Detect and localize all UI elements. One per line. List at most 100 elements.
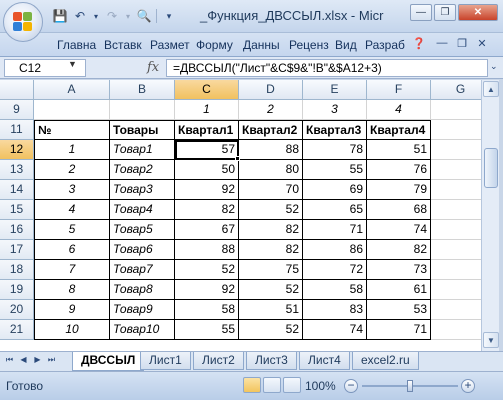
zoom-level[interactable]: 100% [305,379,336,393]
cell-f19[interactable]: 61 [367,280,431,300]
zoom-slider[interactable] [362,380,458,392]
cell-d21[interactable]: 52 [239,320,303,340]
vertical-scroll-thumb[interactable] [484,148,498,188]
cell-g19[interactable] [431,280,481,300]
row-header-12[interactable]: 12 [0,140,34,160]
column-header-g[interactable]: G [431,80,481,100]
cell-c11[interactable]: Квартал1 [175,120,239,140]
tab-developer[interactable]: Разраб [365,38,405,52]
zoom-in-icon[interactable]: + [461,379,475,393]
cell-g12[interactable] [431,140,481,160]
cell-f12[interactable]: 51 [367,140,431,160]
column-header-e[interactable]: E [303,80,367,100]
cell-c16[interactable]: 67 [175,220,239,240]
row-header-14[interactable]: 14 [0,180,34,200]
cell-c13[interactable]: 50 [175,160,239,180]
page-layout-view-icon[interactable] [263,377,281,393]
scroll-up-icon[interactable]: ▲ [483,81,499,97]
cell-a19[interactable]: 8 [34,280,110,300]
sheet-tab-list2[interactable]: Лист2 [193,352,244,370]
cell-g20[interactable] [431,300,481,320]
cell-d9[interactable]: 2 [239,100,303,120]
cell-f17[interactable]: 82 [367,240,431,260]
cell-e21[interactable]: 74 [303,320,367,340]
tab-formulas[interactable]: Форму [196,38,233,52]
cell-b19[interactable]: Товар8 [110,280,175,300]
cell-a13[interactable]: 2 [34,160,110,180]
cell-f21[interactable]: 71 [367,320,431,340]
cell-b13[interactable]: Товар2 [110,160,175,180]
ribbon-close-icon[interactable]: ✕ [475,37,489,51]
last-sheet-icon[interactable]: ⏭ [46,355,57,365]
restore-button[interactable]: ❐ [434,4,456,21]
fill-handle[interactable] [235,156,240,161]
column-header-a[interactable]: A [34,80,110,100]
cell-d16[interactable]: 82 [239,220,303,240]
row-header-18[interactable]: 18 [0,260,34,280]
cell-f13[interactable]: 76 [367,160,431,180]
normal-view-icon[interactable] [243,377,261,393]
expand-formula-bar-icon[interactable]: ⌄ [490,61,498,72]
cell-e16[interactable]: 71 [303,220,367,240]
undo-dropdown-icon[interactable]: ▾ [92,8,100,24]
prev-sheet-icon[interactable]: ◀ [18,355,29,365]
name-box-dropdown-icon[interactable]: ▼ [68,59,77,69]
next-sheet-icon[interactable]: ▶ [32,355,43,365]
scroll-down-icon[interactable]: ▼ [483,332,499,348]
cell-c18[interactable]: 52 [175,260,239,280]
sheet-tab-dvssyl[interactable]: ДВССЫЛ [72,352,145,371]
cell-c19[interactable]: 92 [175,280,239,300]
cell-e18[interactable]: 72 [303,260,367,280]
cell-b9[interactable] [110,100,175,120]
row-header-13[interactable]: 13 [0,160,34,180]
ribbon-minimize-icon[interactable]: — [435,37,449,51]
formula-input[interactable]: =ДВССЫЛ("Лист"&C$9&"!B"&$A12+3) [166,59,488,77]
worksheet-grid[interactable]: A B C D E F G 9 1 2 3 4 11 № Товары Квартал1 Квартал2 Ква… [0,80,481,351]
redo-dropdown-icon[interactable]: ▾ [124,8,132,24]
tab-data[interactable]: Данны [243,38,280,52]
select-all-corner[interactable] [0,80,34,100]
cell-a12[interactable]: 1 [34,140,110,160]
cell-g11[interactable] [431,120,481,140]
row-header-20[interactable]: 20 [0,300,34,320]
cell-c20[interactable]: 58 [175,300,239,320]
cell-d11[interactable]: Квартал2 [239,120,303,140]
cell-c12[interactable]: 57 [175,140,239,160]
cell-f20[interactable]: 53 [367,300,431,320]
cell-b15[interactable]: Товар4 [110,200,175,220]
column-header-b[interactable]: B [110,80,175,100]
cell-e17[interactable]: 86 [303,240,367,260]
cell-g21[interactable] [431,320,481,340]
undo-icon[interactable]: ↶ [72,8,88,24]
cell-g18[interactable] [431,260,481,280]
office-button[interactable] [3,2,43,42]
cell-b21[interactable]: Товар10 [110,320,175,340]
column-header-f[interactable]: F [367,80,431,100]
cell-b12[interactable]: Товар1 [110,140,175,160]
vertical-scrollbar[interactable]: ▲ ▼ [481,80,499,351]
cell-e13[interactable]: 55 [303,160,367,180]
cell-c21[interactable]: 55 [175,320,239,340]
cell-a9[interactable] [34,100,110,120]
cell-c17[interactable]: 88 [175,240,239,260]
column-header-d[interactable]: D [239,80,303,100]
cell-g16[interactable] [431,220,481,240]
help-icon[interactable]: ❓ [412,37,426,51]
cell-b20[interactable]: Товар9 [110,300,175,320]
column-header-c[interactable]: C [175,80,239,100]
sheet-tab-excel2[interactable]: excel2.ru [352,352,419,370]
save-icon[interactable]: 💾 [52,8,68,24]
cell-b14[interactable]: Товар3 [110,180,175,200]
row-header-9[interactable]: 9 [0,100,34,120]
cell-d18[interactable]: 75 [239,260,303,280]
cell-g13[interactable] [431,160,481,180]
row-header-17[interactable]: 17 [0,240,34,260]
zoom-out-icon[interactable]: − [344,379,358,393]
close-button[interactable]: ✕ [458,4,498,21]
customize-qat-icon[interactable]: ▾ [161,8,177,24]
cell-a17[interactable]: 6 [34,240,110,260]
cell-a15[interactable]: 4 [34,200,110,220]
tab-view[interactable]: Вид [335,38,357,52]
row-header-15[interactable]: 15 [0,200,34,220]
cell-d13[interactable]: 80 [239,160,303,180]
